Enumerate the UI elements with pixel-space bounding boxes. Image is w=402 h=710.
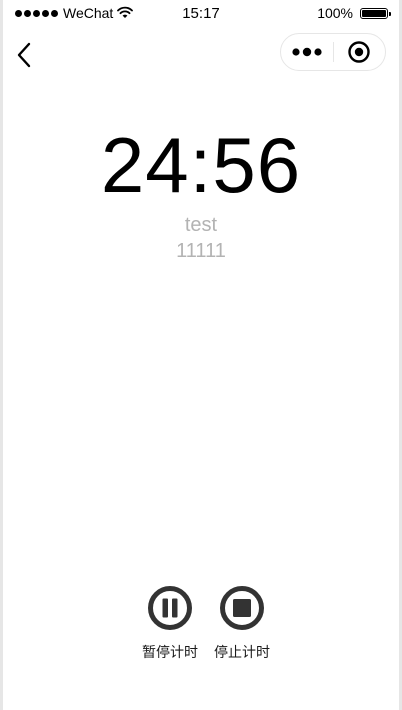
more-dots-icon xyxy=(292,47,322,57)
battery-level xyxy=(362,10,386,17)
mini-program-capsule xyxy=(280,33,386,71)
stop-timer-label: 停止计时 xyxy=(214,645,270,661)
close-mini-program-button[interactable] xyxy=(334,34,386,70)
stop-timer-button[interactable]: 停止计时 xyxy=(202,585,282,662)
back-button[interactable] xyxy=(13,40,37,70)
battery-percent: 100% xyxy=(317,5,353,21)
battery-icon xyxy=(360,8,391,19)
pause-timer-button[interactable]: 暂停计时 xyxy=(130,585,210,662)
more-menu-button[interactable] xyxy=(281,34,333,70)
status-bar: WeChat 15:17 100% xyxy=(3,0,399,28)
timer-title: test xyxy=(184,214,218,236)
app-screen: WeChat 15:17 100% 24:56 test 11111 暂停计时 … xyxy=(0,0,402,710)
pause-icon xyxy=(148,586,192,630)
timer-display: 24:56 xyxy=(100,121,302,209)
chevron-left-icon xyxy=(17,42,31,68)
pause-timer-label: 暂停计时 xyxy=(142,645,198,661)
timer-note: 11111 xyxy=(176,240,226,262)
target-circle-icon xyxy=(348,41,370,63)
stop-icon xyxy=(220,586,264,630)
